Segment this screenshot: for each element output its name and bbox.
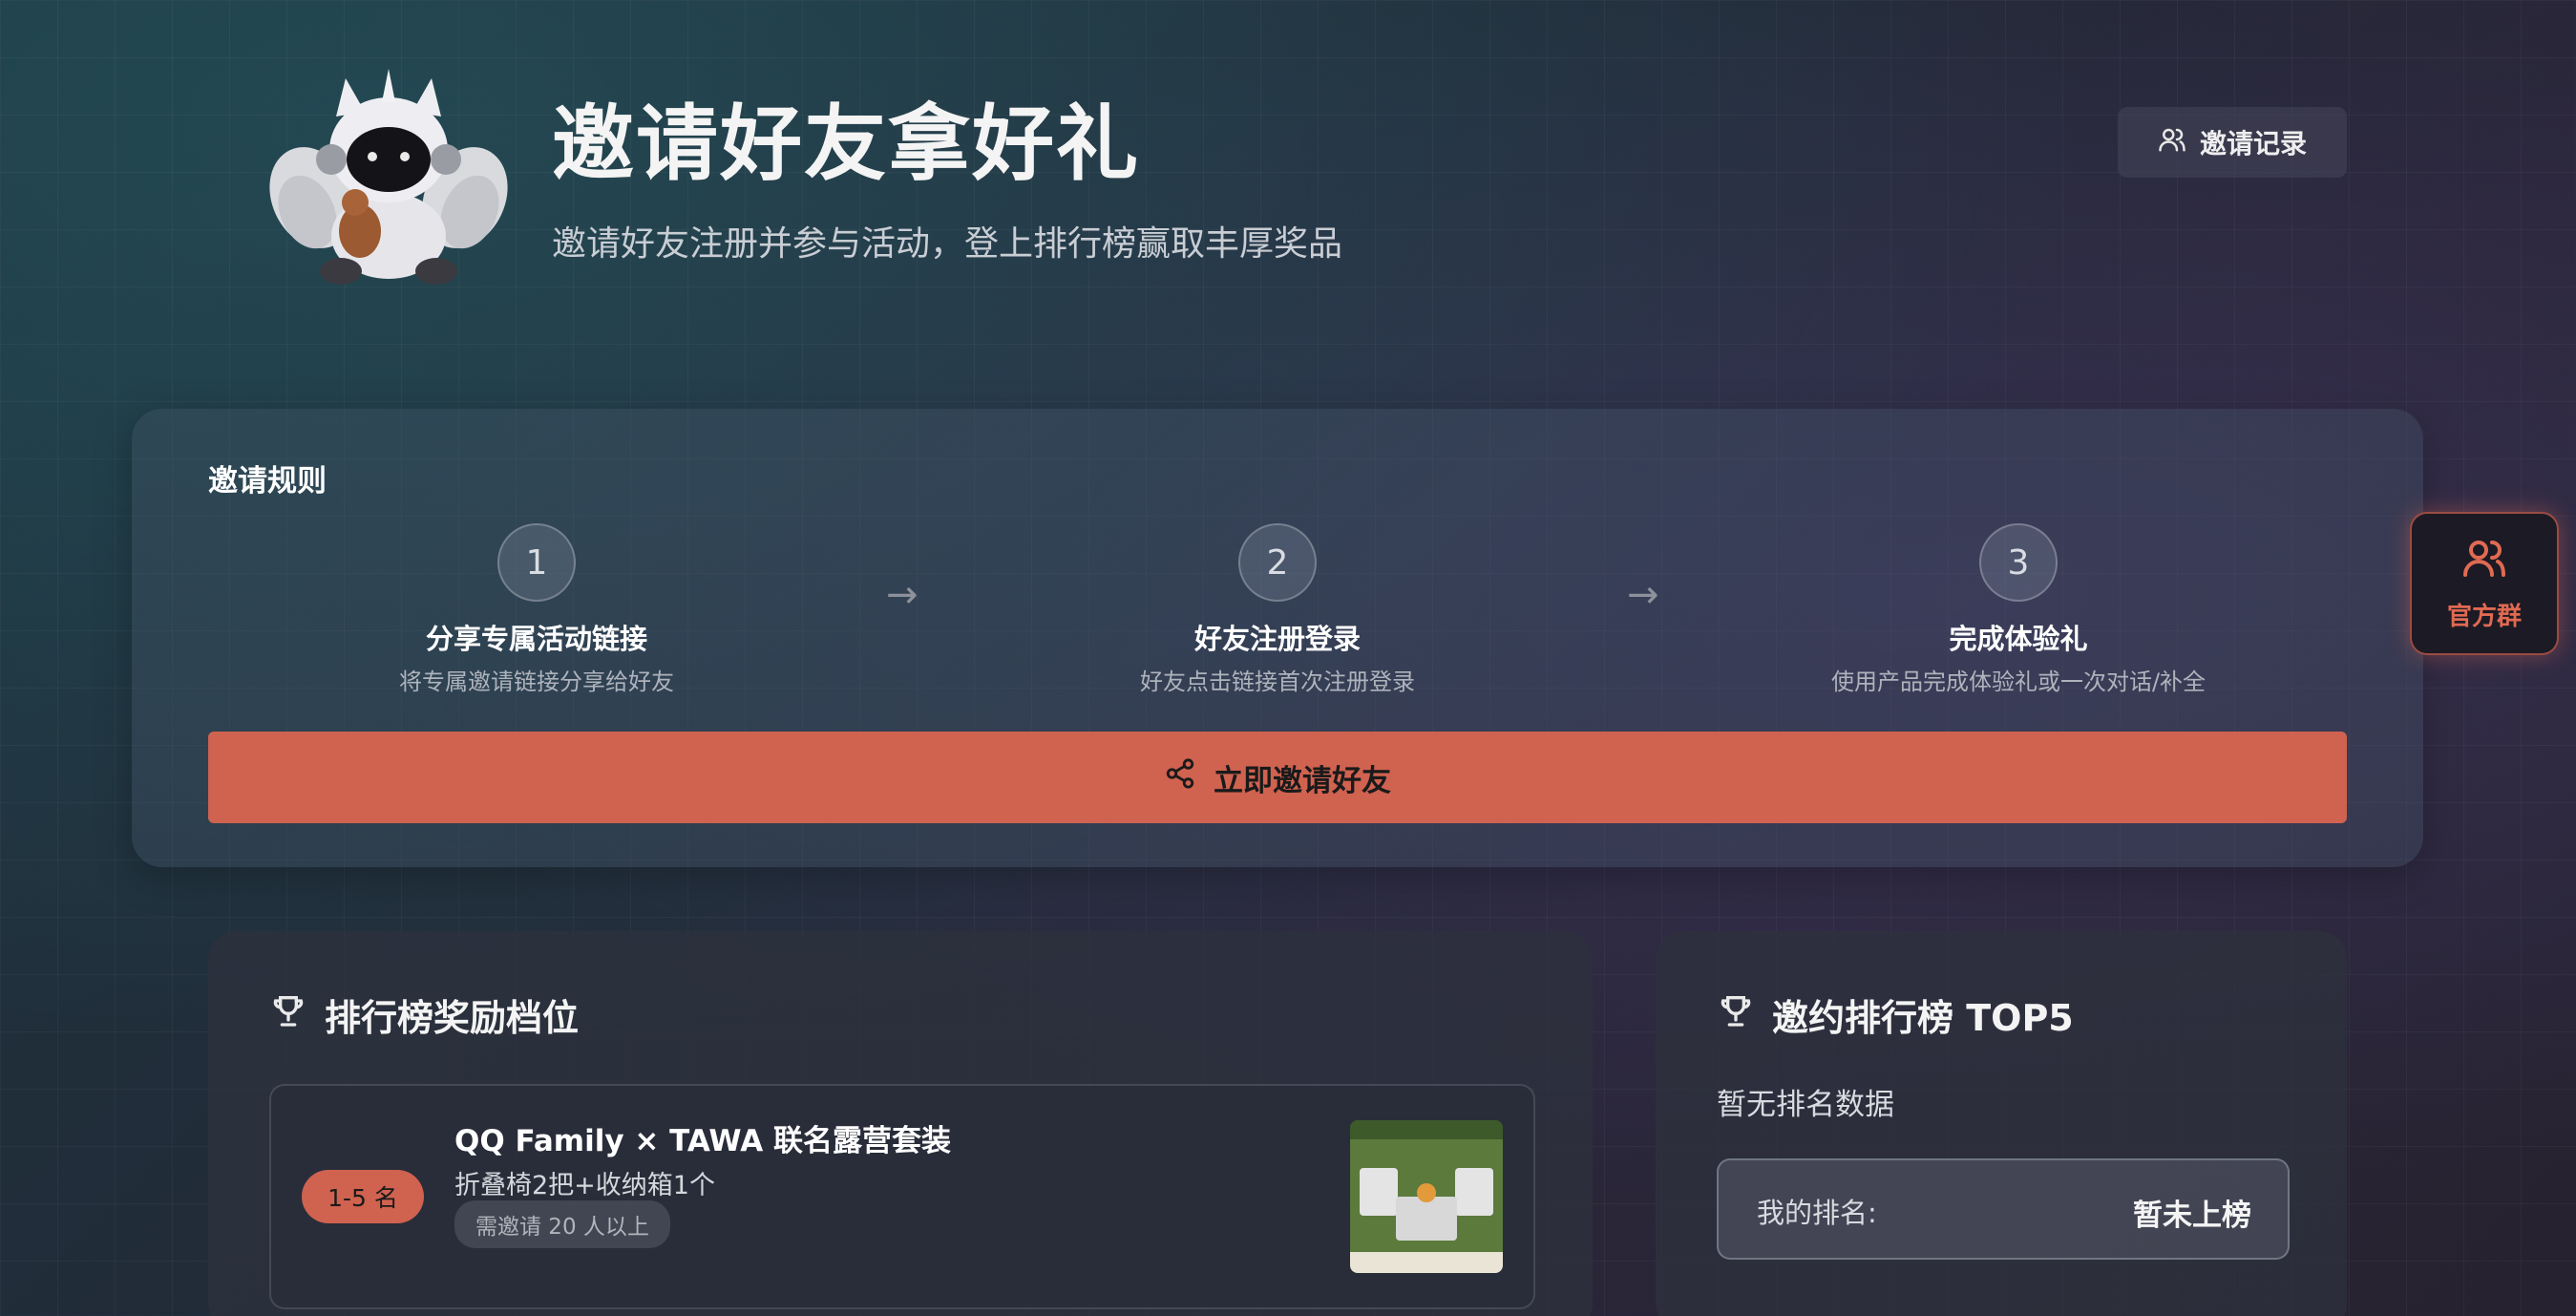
step-title: 完成体验礼 — [1949, 623, 2088, 655]
rules-title: 邀请规则 — [208, 464, 327, 499]
my-rank-box: 我的排名: 暂未上榜 — [1717, 1158, 2290, 1260]
invite-friends-button[interactable]: 立即邀请好友 — [208, 732, 2347, 823]
ranking-header: 邀约排行榜 TOP5 — [1717, 988, 2074, 1041]
trophy-icon — [269, 991, 307, 1038]
user-icon — [2158, 125, 2186, 160]
mascot-illustration — [269, 69, 508, 288]
rewards-tier-card: 排行榜奖励档位 1-5 名 QQ Family × TAWA 联名露营套装 折叠… — [208, 931, 1593, 1316]
step-title: 分享专属活动链接 — [425, 623, 647, 655]
official-group-button[interactable]: 官方群 — [2410, 512, 2559, 655]
step-desc: 将专属邀请链接分享给好友 — [399, 669, 674, 695]
step-number: 1 — [497, 523, 576, 602]
step-2: 2 好友注册登录 好友点击链接首次注册登录 — [1039, 523, 1516, 696]
invite-records-button[interactable]: 邀请记录 — [2118, 107, 2347, 178]
step-1: 1 分享专属活动链接 将专属邀请链接分享给好友 — [298, 523, 775, 696]
trophy-icon — [1717, 991, 1755, 1038]
reward-item: 1-5 名 QQ Family × TAWA 联名露营套装 折叠椅2把+收纳箱1… — [269, 1084, 1535, 1309]
reward-desc: 折叠椅2把+收纳箱1个 — [454, 1171, 715, 1200]
invite-records-label: 邀请记录 — [2199, 128, 2307, 159]
reward-requirement: 需邀请 20 人以上 — [454, 1200, 670, 1248]
invite-friends-label: 立即邀请好友 — [1214, 763, 1391, 798]
step-3: 3 完成体验礼 使用产品完成体验礼或一次对话/补全 — [1780, 523, 2257, 696]
reward-product-image — [1350, 1120, 1503, 1273]
step-number: 3 — [1979, 523, 2058, 602]
step-title: 好友注册登录 — [1193, 623, 1361, 655]
my-rank-label: 我的排名: — [1757, 1197, 1877, 1229]
ranking-empty-text: 暂无排名数据 — [1717, 1088, 1894, 1122]
step-number: 2 — [1238, 523, 1317, 602]
share-icon — [1164, 757, 1196, 797]
my-rank-value: 暂未上榜 — [2133, 1199, 2251, 1233]
ranking-title: 邀约排行榜 TOP5 — [1772, 997, 2074, 1039]
rewards-header: 排行榜奖励档位 — [269, 988, 579, 1041]
step-desc: 好友点击链接首次注册登录 — [1140, 669, 1415, 695]
step-desc: 使用产品完成体验礼或一次对话/补全 — [1830, 669, 2206, 695]
users-icon — [2461, 535, 2507, 587]
rewards-title: 排行榜奖励档位 — [325, 997, 580, 1039]
official-group-label: 官方群 — [2446, 603, 2522, 631]
page-subtitle: 邀请好友注册并参与活动，登上排行榜赢取丰厚奖品 — [552, 224, 1343, 264]
invite-ranking-card: 邀约排行榜 TOP5 暂无排名数据 我的排名: 暂未上榜 — [1656, 931, 2347, 1316]
arrow-right-icon: → — [1627, 573, 1659, 617]
page-title: 邀请好友拿好礼 — [552, 96, 1140, 192]
invite-rules-card: 邀请规则 1 分享专属活动链接 将专属邀请链接分享给好友 → 2 好友注册登录 … — [132, 409, 2423, 867]
arrow-right-icon: → — [886, 573, 918, 617]
reward-name: QQ Family × TAWA 联名露营套装 — [454, 1124, 952, 1158]
rank-badge: 1-5 名 — [302, 1170, 424, 1223]
